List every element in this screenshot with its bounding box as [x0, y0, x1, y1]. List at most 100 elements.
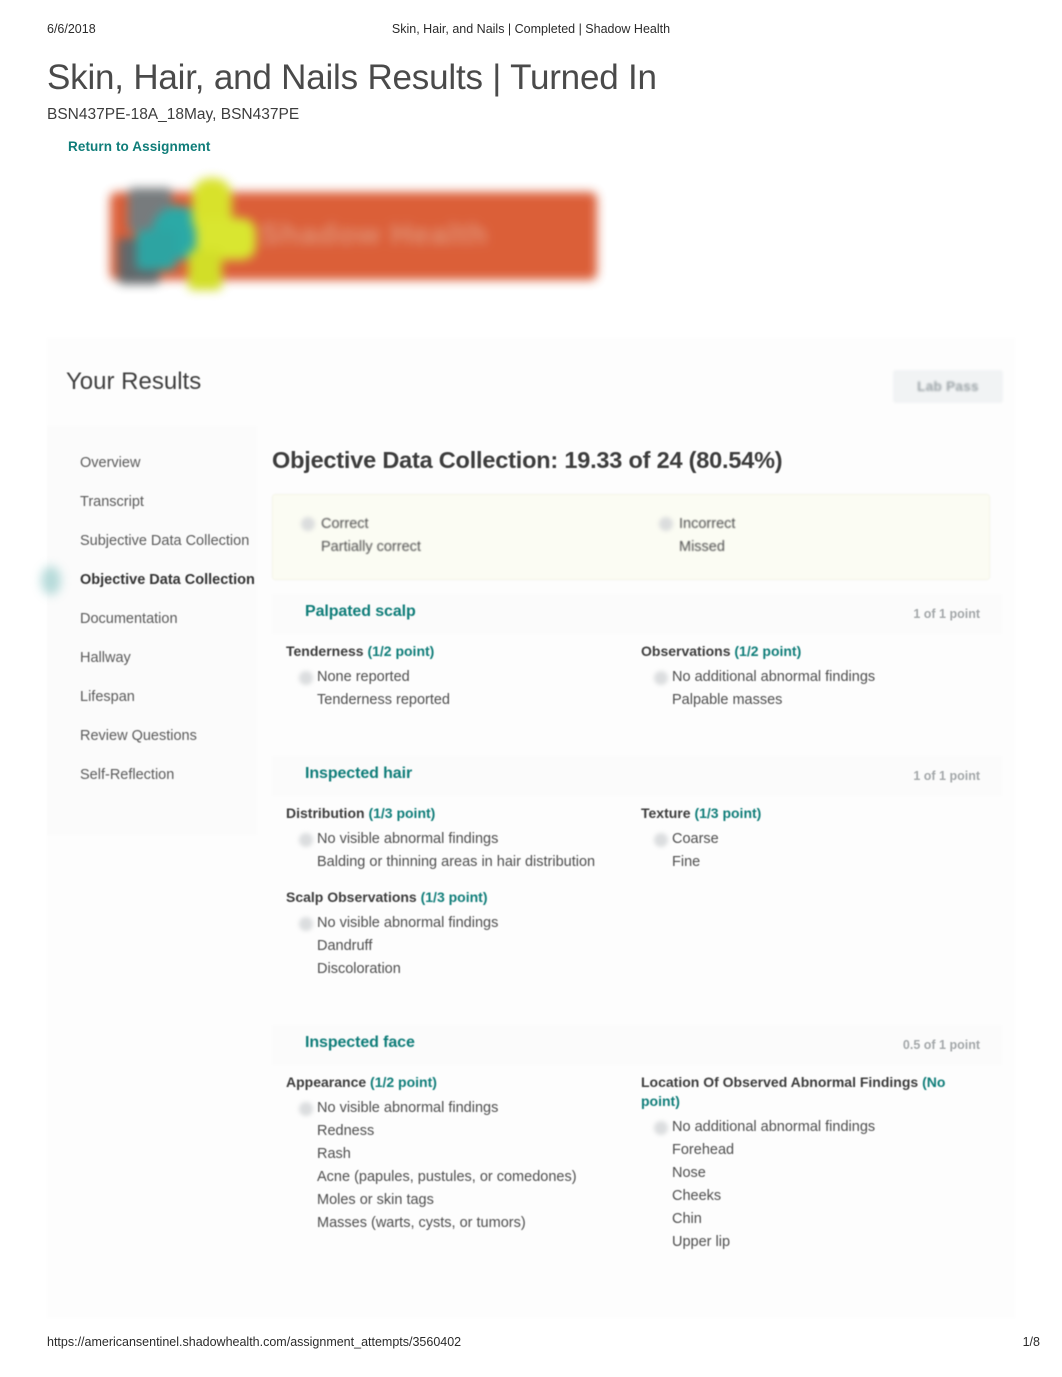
- question-group: Scalp Observations (1/3 point) No visible…: [286, 888, 641, 995]
- option-item: Coarse: [672, 831, 719, 847]
- legend-item-label: Incorrect: [679, 516, 736, 532]
- legend-column-right: Incorrect Missed: [631, 513, 989, 559]
- exam-section-header: Inspected hair 1 of 1 point: [272, 756, 1002, 796]
- legend-column-left: Correct Partially correct: [273, 513, 631, 559]
- exam-sections: Palpated scalp 1 of 1 point Tenderness (1/…: [272, 594, 1014, 1284]
- exam-section: Inspected face 0.5 of 1 point Appearance (…: [272, 1025, 1002, 1284]
- exam-section: Inspected hair 1 of 1 point Distribution (…: [272, 756, 1002, 1011]
- sidebar-item-review-questions[interactable]: Review Questions: [47, 717, 257, 756]
- question-group-label: Appearance (1/2 point): [286, 1073, 629, 1092]
- question-group-label: Scalp Observations (1/3 point): [286, 888, 629, 907]
- question-group-label: Location Of Observed Abnormal Findings (…: [641, 1073, 984, 1111]
- return-to-assignment-link[interactable]: Return to Assignment: [68, 139, 211, 154]
- sidebar-item-documentation[interactable]: Documentation: [47, 600, 257, 639]
- sidebar-item-overview[interactable]: Overview: [47, 444, 257, 483]
- sidebar-item-self-reflection[interactable]: Self-Reflection: [47, 756, 257, 795]
- question-group: Texture (1/3 point) Coarse Fine: [641, 804, 996, 888]
- exam-section-header: Palpated scalp 1 of 1 point: [272, 594, 1002, 634]
- question-group-points: (1/3 point): [694, 805, 762, 821]
- option-item: Redness: [317, 1123, 375, 1139]
- option-item: Chin: [672, 1211, 702, 1227]
- results-panel: Your Results Lab Pass Overview Transcript…: [47, 338, 1015, 1318]
- option-list: No visible abnormal findings Dandruff Disc…: [286, 912, 629, 981]
- sidebar-item-label: Self-Reflection: [80, 767, 175, 783]
- question-group-label: Observations (1/2 point): [641, 642, 984, 661]
- question-group-name: Appearance: [286, 1074, 367, 1090]
- puzzle-pieces-icon: [100, 176, 256, 294]
- question-group-points: (1/2 point): [734, 643, 802, 659]
- question-group-points: (1/2 point): [367, 643, 435, 659]
- question-group-label: Tenderness (1/2 point): [286, 642, 629, 661]
- option-item: Rash: [317, 1146, 351, 1162]
- question-group-name: Distribution: [286, 805, 365, 821]
- results-sidebar-nav: Overview Transcript Subjective Data Collec…: [47, 426, 257, 835]
- option-item: Upper lip: [672, 1234, 731, 1250]
- question-group: Tenderness (1/2 point) None reported Tende…: [286, 642, 641, 726]
- sidebar-item-label: Hallway: [80, 650, 131, 666]
- option-status-dot-icon: [299, 833, 313, 847]
- print-source-url: https://americansentinel.shadowhealth.co…: [47, 1335, 462, 1349]
- question-group-points: (1/3 point): [368, 805, 436, 821]
- legend-item: Incorrect: [659, 513, 989, 536]
- exam-section-points: 1 of 1 point: [913, 769, 980, 783]
- question-group: Observations (1/2 point) No additional ab…: [641, 642, 996, 726]
- sidebar-item-hallway[interactable]: Hallway: [47, 639, 257, 678]
- option-item: Palpable masses: [672, 692, 783, 708]
- exam-section: Palpated scalp 1 of 1 point Tenderness (1/…: [272, 594, 1002, 742]
- legend-item: Missed: [661, 536, 989, 559]
- sidebar-item-label: Objective Data Collection: [80, 572, 255, 588]
- exam-section-body: Appearance (1/2 point) No visible abnorma…: [272, 1065, 1002, 1268]
- question-group-name: Observations: [641, 643, 731, 659]
- question-group-points: (1/3 point): [420, 889, 488, 905]
- question-group: Appearance (1/2 point) No visible abnorma…: [286, 1073, 641, 1268]
- sidebar-item-label: Subjective Data Collection: [80, 533, 250, 549]
- sidebar-item-label: Overview: [80, 455, 141, 471]
- option-list: No additional abnormal findings Forehead N…: [641, 1116, 984, 1254]
- option-item: Dandruff: [317, 938, 373, 954]
- question-group-name: Location Of Observed Abnormal Findings: [641, 1074, 919, 1090]
- exam-section-header: Inspected face 0.5 of 1 point: [272, 1025, 1002, 1065]
- option-status-dot-icon: [654, 1121, 668, 1135]
- option-item: Tenderness reported: [317, 692, 450, 708]
- title-block: Skin, Hair, and Nails Results | Turned I…: [47, 57, 1007, 156]
- sidebar-item-label: Documentation: [80, 611, 178, 627]
- exam-section-points: 1 of 1 point: [913, 607, 980, 621]
- page-subtitle: BSN437PE-18A_18May, BSN437PE: [47, 106, 300, 123]
- print-page-number: 1/8: [1022, 1335, 1040, 1349]
- option-item: Nose: [672, 1165, 706, 1181]
- option-list: No visible abnormal findings Balding or t…: [286, 828, 629, 874]
- sidebar-item-label: Review Questions: [80, 728, 197, 744]
- shadow-health-logo: Shadow Health: [100, 176, 600, 294]
- results-main-content: Objective Data Collection: 19.33 of 24 (…: [272, 426, 1014, 1284]
- option-item: Cheeks: [672, 1188, 722, 1204]
- legend-item: Correct: [301, 513, 631, 536]
- sidebar-item-objective-data-collection[interactable]: Objective Data Collection: [47, 561, 257, 600]
- exam-section-points: 0.5 of 1 point: [902, 1038, 980, 1052]
- lab-pass-button[interactable]: Lab Pass: [893, 370, 1003, 403]
- option-item: Balding or thinning areas in hair distri…: [317, 854, 596, 870]
- option-list: Coarse Fine: [641, 828, 984, 874]
- sidebar-item-transcript[interactable]: Transcript: [47, 483, 257, 522]
- sidebar-item-subjective-data-collection[interactable]: Subjective Data Collection: [47, 522, 257, 561]
- print-footer: https://americansentinel.shadowhealth.co…: [0, 1335, 1062, 1353]
- question-group-name: Texture: [641, 805, 691, 821]
- objective-data-collection-score: Objective Data Collection: 19.33 of 24 (…: [272, 447, 783, 473]
- option-item: Moles or skin tags: [317, 1192, 434, 1208]
- legend-item: Partially correct: [303, 536, 631, 559]
- option-item: No additional abnormal findings: [672, 1119, 876, 1135]
- option-item: No visible abnormal findings: [317, 915, 499, 931]
- print-header: 6/6/2018 Skin, Hair, and Nails | Complet…: [0, 22, 1062, 42]
- print-document-title: Skin, Hair, and Nails | Completed | Shad…: [391, 22, 671, 36]
- exam-section-body: Distribution (1/3 point) No visible abnor…: [272, 796, 1002, 995]
- option-item: Fine: [672, 854, 701, 870]
- page-title: Skin, Hair, and Nails Results | Turned I…: [47, 58, 657, 97]
- question-group-label: Distribution (1/3 point): [286, 804, 629, 823]
- logo-wordmark: Shadow Health: [260, 218, 489, 251]
- question-group: Location Of Observed Abnormal Findings (…: [641, 1073, 996, 1268]
- option-list: None reported Tenderness reported: [286, 666, 629, 712]
- sidebar-item-label: Transcript: [80, 494, 144, 510]
- option-item: None reported: [317, 669, 410, 685]
- exam-section-body: Tenderness (1/2 point) None reported Tende…: [272, 634, 1002, 726]
- sidebar-item-lifespan[interactable]: Lifespan: [47, 678, 257, 717]
- scoring-legend: Correct Partially correct Incorrect Missed: [272, 494, 990, 580]
